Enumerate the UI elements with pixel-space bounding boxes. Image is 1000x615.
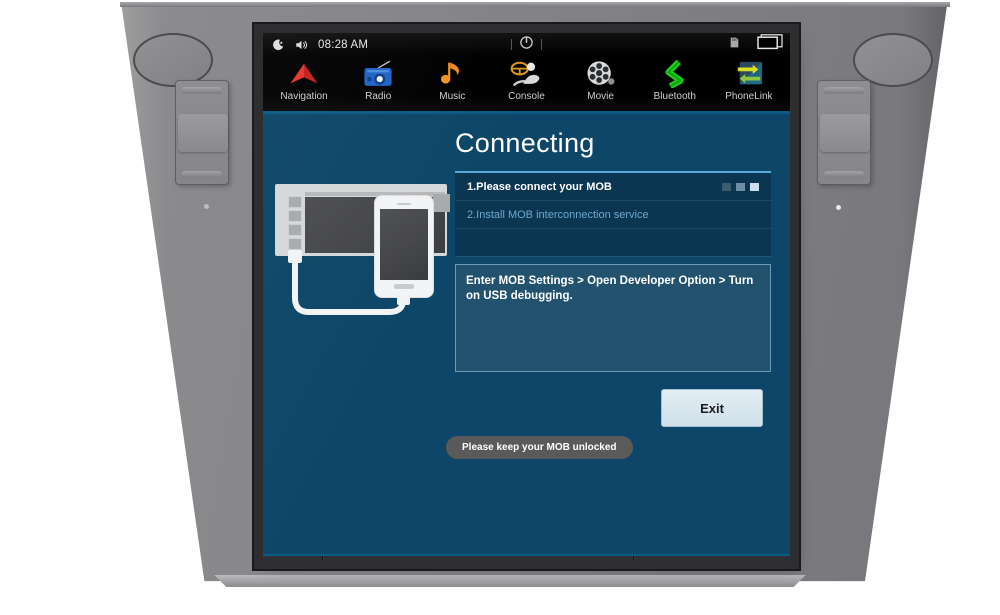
app-label: Music (439, 91, 466, 102)
instruction-text: Enter MOB Settings > Open Developer Opti… (466, 275, 754, 302)
infotainment-screen: 08:28 AM Navigation Radio Music Console … (263, 33, 790, 560)
climate-control-bar: A/C SYNC AUTO (263, 554, 790, 560)
app-console[interactable]: Console (493, 58, 559, 102)
app-dock: Navigation Radio Music Console Movie Blu… (263, 56, 790, 111)
app-label: PhoneLink (725, 91, 773, 102)
cable-plug-phone (397, 294, 410, 305)
step-label: 2.Install MOB interconnection service (467, 208, 649, 221)
left-rocker-thumb[interactable] (178, 114, 228, 152)
bezel-bottom-edge (214, 575, 806, 587)
right-knob[interactable] (853, 33, 933, 87)
climate-center-panel: A/C SYNC AUTO (401, 556, 634, 560)
right-bezel-marker (836, 205, 841, 210)
right-rocker-thumb[interactable] (820, 114, 870, 152)
app-phonelink[interactable]: PhoneLink (716, 58, 782, 102)
multi-window-icon[interactable] (757, 34, 783, 55)
navigation-arrow-icon (271, 58, 337, 90)
cable-plug-head-unit (288, 250, 302, 263)
bezel-top-edge (120, 2, 950, 7)
app-label: Radio (365, 91, 392, 102)
radio-icon (345, 58, 411, 90)
speaker-icon (294, 38, 309, 52)
step-item-1: 1.Please connect your MOB (455, 173, 771, 201)
step-item-3 (455, 229, 771, 257)
phonelink-icon (716, 58, 782, 90)
clock-time: 08:28 AM (318, 38, 369, 51)
moon-star-icon (271, 38, 285, 52)
navigation-buttons-group (263, 556, 323, 560)
app-bluetooth[interactable]: Bluetooth (642, 58, 708, 102)
instruction-panel: Enter MOB Settings > Open Developer Opti… (455, 264, 771, 372)
left-bezel-marker (200, 200, 213, 213)
status-bar: 08:28 AM (263, 33, 790, 56)
left-knob[interactable] (133, 33, 213, 87)
driver-console-icon (493, 58, 559, 90)
connecting-page: Connecting 1.Please connect your MOB 2.I… (263, 114, 790, 554)
power-icon[interactable] (519, 35, 534, 55)
music-note-icon (419, 58, 485, 90)
page-title: Connecting (455, 128, 595, 158)
loading-dots-indicator (722, 182, 759, 191)
status-toast: Please keep your MOB unlocked (446, 436, 633, 459)
app-movie[interactable]: Movie (568, 58, 634, 102)
app-label: Navigation (280, 91, 328, 102)
right-rocker-switch[interactable] (817, 80, 871, 185)
status-bar-right (728, 33, 783, 56)
head-unit-photo: 08:28 AM Navigation Radio Music Console … (0, 0, 1000, 615)
app-music[interactable]: Music (419, 58, 485, 102)
step-item-2: 2.Install MOB interconnection service (455, 201, 771, 229)
smartphone-icon (375, 196, 433, 297)
connection-illustration (263, 180, 450, 355)
fan-icon[interactable] (561, 560, 577, 561)
bluetooth-icon (642, 58, 708, 90)
left-rocker-switch[interactable] (175, 80, 229, 185)
app-radio[interactable]: Radio (345, 58, 411, 102)
app-navigation[interactable]: Navigation (271, 58, 337, 102)
step-label: 1.Please connect your MOB (467, 180, 612, 193)
exit-button[interactable]: Exit (661, 389, 763, 427)
connection-steps-list: 1.Please connect your MOB 2.Install MOB … (455, 171, 771, 257)
sd-card-icon (728, 36, 741, 54)
film-reel-icon (568, 58, 634, 90)
app-label: Movie (587, 91, 614, 102)
app-label: Console (508, 91, 545, 102)
app-label: Bluetooth (653, 91, 696, 102)
